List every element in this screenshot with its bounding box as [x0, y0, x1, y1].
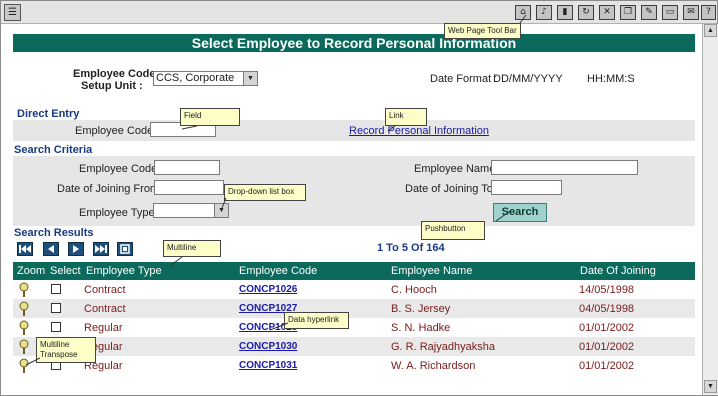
callout-field: Field: [180, 108, 240, 126]
row-employee-name: G. R. Rajyadhyaksha: [391, 341, 495, 353]
chevron-down-icon[interactable]: ▼: [214, 204, 228, 217]
zoom-icon[interactable]: [17, 339, 31, 355]
setup-unit-value: CCS, Corporate: [156, 72, 235, 84]
scroll-up-icon[interactable]: ▲: [704, 24, 717, 37]
first-page-icon[interactable]: [17, 242, 33, 256]
direct-entry-heading: Direct Entry: [17, 108, 80, 120]
row-employee-name: B. S. Jersey: [391, 303, 451, 315]
question-icon[interactable]: ?: [701, 5, 716, 20]
table-row: Regular CONCP1031 W. A. Richardson 01/01/20…: [13, 356, 695, 375]
date-format-value: DD/MM/YYYY: [493, 73, 563, 85]
callout-multiline: Multiline: [163, 240, 221, 257]
edit-icon[interactable]: ✎: [641, 5, 657, 20]
next-page-icon[interactable]: [68, 242, 84, 256]
employee-name-input[interactable]: [491, 160, 638, 175]
row-date-of-joining: 14/05/1998: [579, 284, 635, 296]
refresh-icon[interactable]: ↻: [578, 5, 594, 20]
row-employee-type: Contract: [84, 284, 126, 296]
table-row: Contract CONCP1027 B. S. Jersey 04/05/1998: [13, 299, 695, 318]
search-employee-code-label: Employee Code :: [79, 163, 164, 175]
date-format-label: Date Format :: [430, 73, 498, 85]
setup-unit-select[interactable]: CCS, Corporate ▼: [153, 71, 258, 86]
employee-type-label: Employee Type :: [79, 207, 161, 219]
row-employee-type: Regular: [84, 322, 123, 334]
app-icon[interactable]: ☰: [4, 4, 21, 21]
direct-employee-code-label: Employee Code :: [75, 125, 160, 137]
row-select-checkbox[interactable]: [51, 303, 61, 313]
web-page-toolbar: ☰ ⌂ ♪ ▮ ↻ ✕ ❐ ✎ ▭ ✉ ?: [1, 1, 717, 24]
row-employee-name: C. Hooch: [391, 284, 437, 296]
callout-dropdown: Drop-down list box: [224, 184, 306, 201]
column-date-of-joining: Date Of Joining: [580, 265, 656, 277]
doj-to-label: Date of Joining To :: [405, 183, 499, 195]
row-employee-code-link[interactable]: CONCP1026: [239, 284, 297, 295]
search-button[interactable]: Search: [493, 203, 547, 222]
callout-link: Link: [385, 108, 427, 126]
record-personal-information-link[interactable]: Record Personal Information: [349, 125, 489, 137]
row-date-of-joining: 01/01/2002: [579, 341, 635, 353]
column-employee-type: Employee Type: [86, 265, 162, 277]
row-date-of-joining: 04/05/1998: [579, 303, 635, 315]
scroll-down-icon[interactable]: ▼: [704, 380, 717, 393]
column-zoom: Zoom: [17, 265, 46, 277]
time-format-value: HH:MM:S: [587, 73, 635, 85]
zoom-icon[interactable]: [17, 301, 31, 317]
search-criteria-heading: Search Criteria: [14, 144, 93, 156]
employee-type-select[interactable]: ▼: [153, 203, 229, 218]
callout-multiline-transpose: Multiline Transpose: [36, 337, 96, 363]
doj-to-input[interactable]: [491, 180, 562, 195]
row-date-of-joining: 01/01/2002: [579, 360, 635, 372]
go-to-page-icon[interactable]: [117, 242, 133, 256]
table-row: Regular CONCP1030 G. R. Rajyadhyaksha 01/01…: [13, 337, 695, 356]
column-select: Select: [50, 265, 81, 277]
table-row: Regular CONCP1028 S. N. Hadke 01/01/2002: [13, 318, 695, 337]
setup-unit-label-line2: Setup Unit :: [81, 80, 143, 92]
copy-icon[interactable]: ❐: [620, 5, 636, 20]
row-employee-type: Contract: [84, 303, 126, 315]
document-icon[interactable]: ▭: [662, 5, 678, 20]
page-title: Select Employee to Record Personal Infor…: [13, 34, 695, 52]
row-select-checkbox[interactable]: [51, 284, 61, 294]
zoom-icon[interactable]: [17, 320, 31, 336]
help-icon[interactable]: ♪: [536, 5, 552, 20]
home-icon[interactable]: ⌂: [515, 5, 531, 20]
zoom-icon[interactable]: [17, 358, 31, 374]
callout-multiline-transpose-line1: Multiline: [40, 340, 70, 349]
row-employee-name: S. N. Hadke: [391, 322, 451, 334]
callout-pushbutton: Pushbutton: [421, 221, 485, 240]
callout-toolbar: Web Page Tool Bar: [444, 23, 521, 39]
column-employee-name: Employee Name: [391, 265, 473, 277]
row-select-checkbox[interactable]: [51, 322, 61, 332]
row-employee-code-link[interactable]: CONCP1031: [239, 360, 297, 371]
mail-icon[interactable]: ✉: [683, 5, 699, 20]
zoom-icon[interactable]: [17, 282, 31, 298]
doj-from-input[interactable]: [154, 180, 224, 195]
callout-multiline-transpose-line2: Transpose: [40, 350, 78, 359]
employee-name-label: Employee Name :: [414, 163, 502, 175]
pager-status: 1 To 5 Of 164: [377, 242, 445, 254]
search-employee-code-input[interactable]: [154, 160, 220, 175]
print-icon[interactable]: ▮: [557, 5, 573, 20]
previous-page-icon[interactable]: [43, 242, 59, 256]
vertical-scrollbar[interactable]: ▲ ▼: [702, 24, 718, 395]
chevron-down-icon[interactable]: ▼: [243, 72, 257, 85]
callout-data-hyperlink: Data hyperlink: [284, 312, 349, 329]
close-icon[interactable]: ✕: [599, 5, 615, 20]
doj-from-label: Date of Joining From :: [57, 183, 166, 195]
row-employee-code-link[interactable]: CONCP1030: [239, 341, 297, 352]
row-employee-name: W. A. Richardson: [391, 360, 476, 372]
last-page-icon[interactable]: [93, 242, 109, 256]
row-date-of-joining: 01/01/2002: [579, 322, 635, 334]
column-employee-code: Employee Code: [239, 265, 318, 277]
search-results-heading: Search Results: [14, 227, 94, 239]
table-row: Contract CONCP1026 C. Hooch 14/05/1998: [13, 280, 695, 299]
setup-unit-label-line1: Employee Code: [73, 68, 156, 80]
